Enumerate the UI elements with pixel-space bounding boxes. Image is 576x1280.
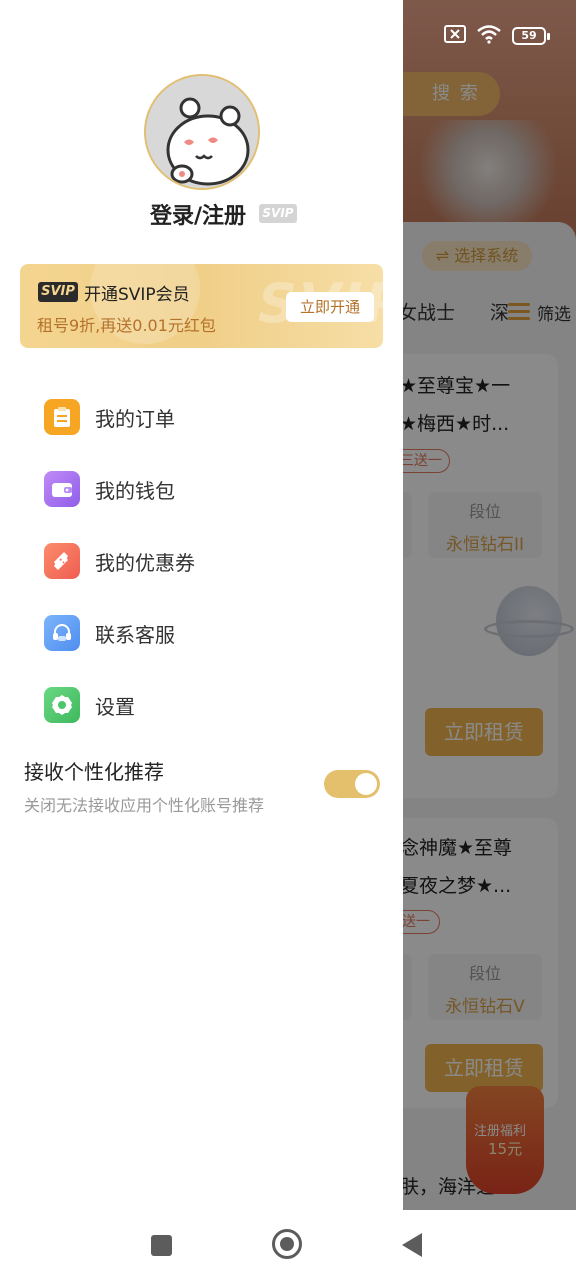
svip-badge: SVIP	[259, 204, 297, 223]
svip-promo-card[interactable]: SVIP SVIP 开通SVIP会员 租号9折,再送0.01元红包 立即开通	[20, 264, 383, 348]
home-button[interactable]	[272, 1229, 302, 1259]
wallet-icon	[44, 471, 80, 507]
menu-item-wallet[interactable]: 我的钱包	[44, 469, 384, 509]
wifi-icon	[476, 24, 502, 48]
toggle-knob	[355, 773, 377, 795]
side-drawer: 登录/注册 SVIP SVIP SVIP 开通SVIP会员 租号9折,再送0.0…	[0, 0, 403, 1210]
open-svip-button[interactable]: 立即开通	[286, 292, 374, 322]
status-bar: 59	[444, 22, 550, 50]
headset-icon	[44, 615, 80, 651]
coupon-icon	[44, 543, 80, 579]
gear-icon	[44, 687, 80, 723]
menu-item-settings[interactable]: 设置	[44, 685, 384, 725]
login-register-link[interactable]: 登录/注册	[150, 198, 246, 230]
personalization-toggle[interactable]	[324, 770, 380, 798]
avatar[interactable]	[144, 74, 260, 190]
battery-icon: 59	[512, 27, 550, 45]
personalization-title: 接收个性化推荐	[24, 760, 164, 784]
menu-item-label: 联系客服	[95, 622, 175, 647]
menu-item-customer-service[interactable]: 联系客服	[44, 613, 384, 653]
recents-button[interactable]	[151, 1235, 172, 1256]
vip-card-title: 开通SVIP会员	[84, 285, 190, 305]
system-nav-bar	[0, 1210, 576, 1280]
svip-tag: SVIP	[38, 282, 78, 302]
menu-item-label: 我的钱包	[95, 478, 175, 503]
menu-item-label: 我的优惠券	[95, 550, 195, 575]
clipboard-icon	[44, 399, 80, 435]
no-sim-icon	[444, 25, 466, 47]
menu-item-label: 设置	[95, 694, 135, 719]
menu-item-orders[interactable]: 我的订单	[44, 397, 384, 437]
menu-item-coupons[interactable]: 我的优惠券	[44, 541, 384, 581]
vip-card-subtitle: 租号9折,再送0.01元红包	[37, 316, 216, 335]
back-button[interactable]	[402, 1233, 422, 1257]
menu-item-label: 我的订单	[95, 406, 175, 431]
personalization-subtitle: 关闭无法接收应用个性化账号推荐	[24, 796, 265, 815]
